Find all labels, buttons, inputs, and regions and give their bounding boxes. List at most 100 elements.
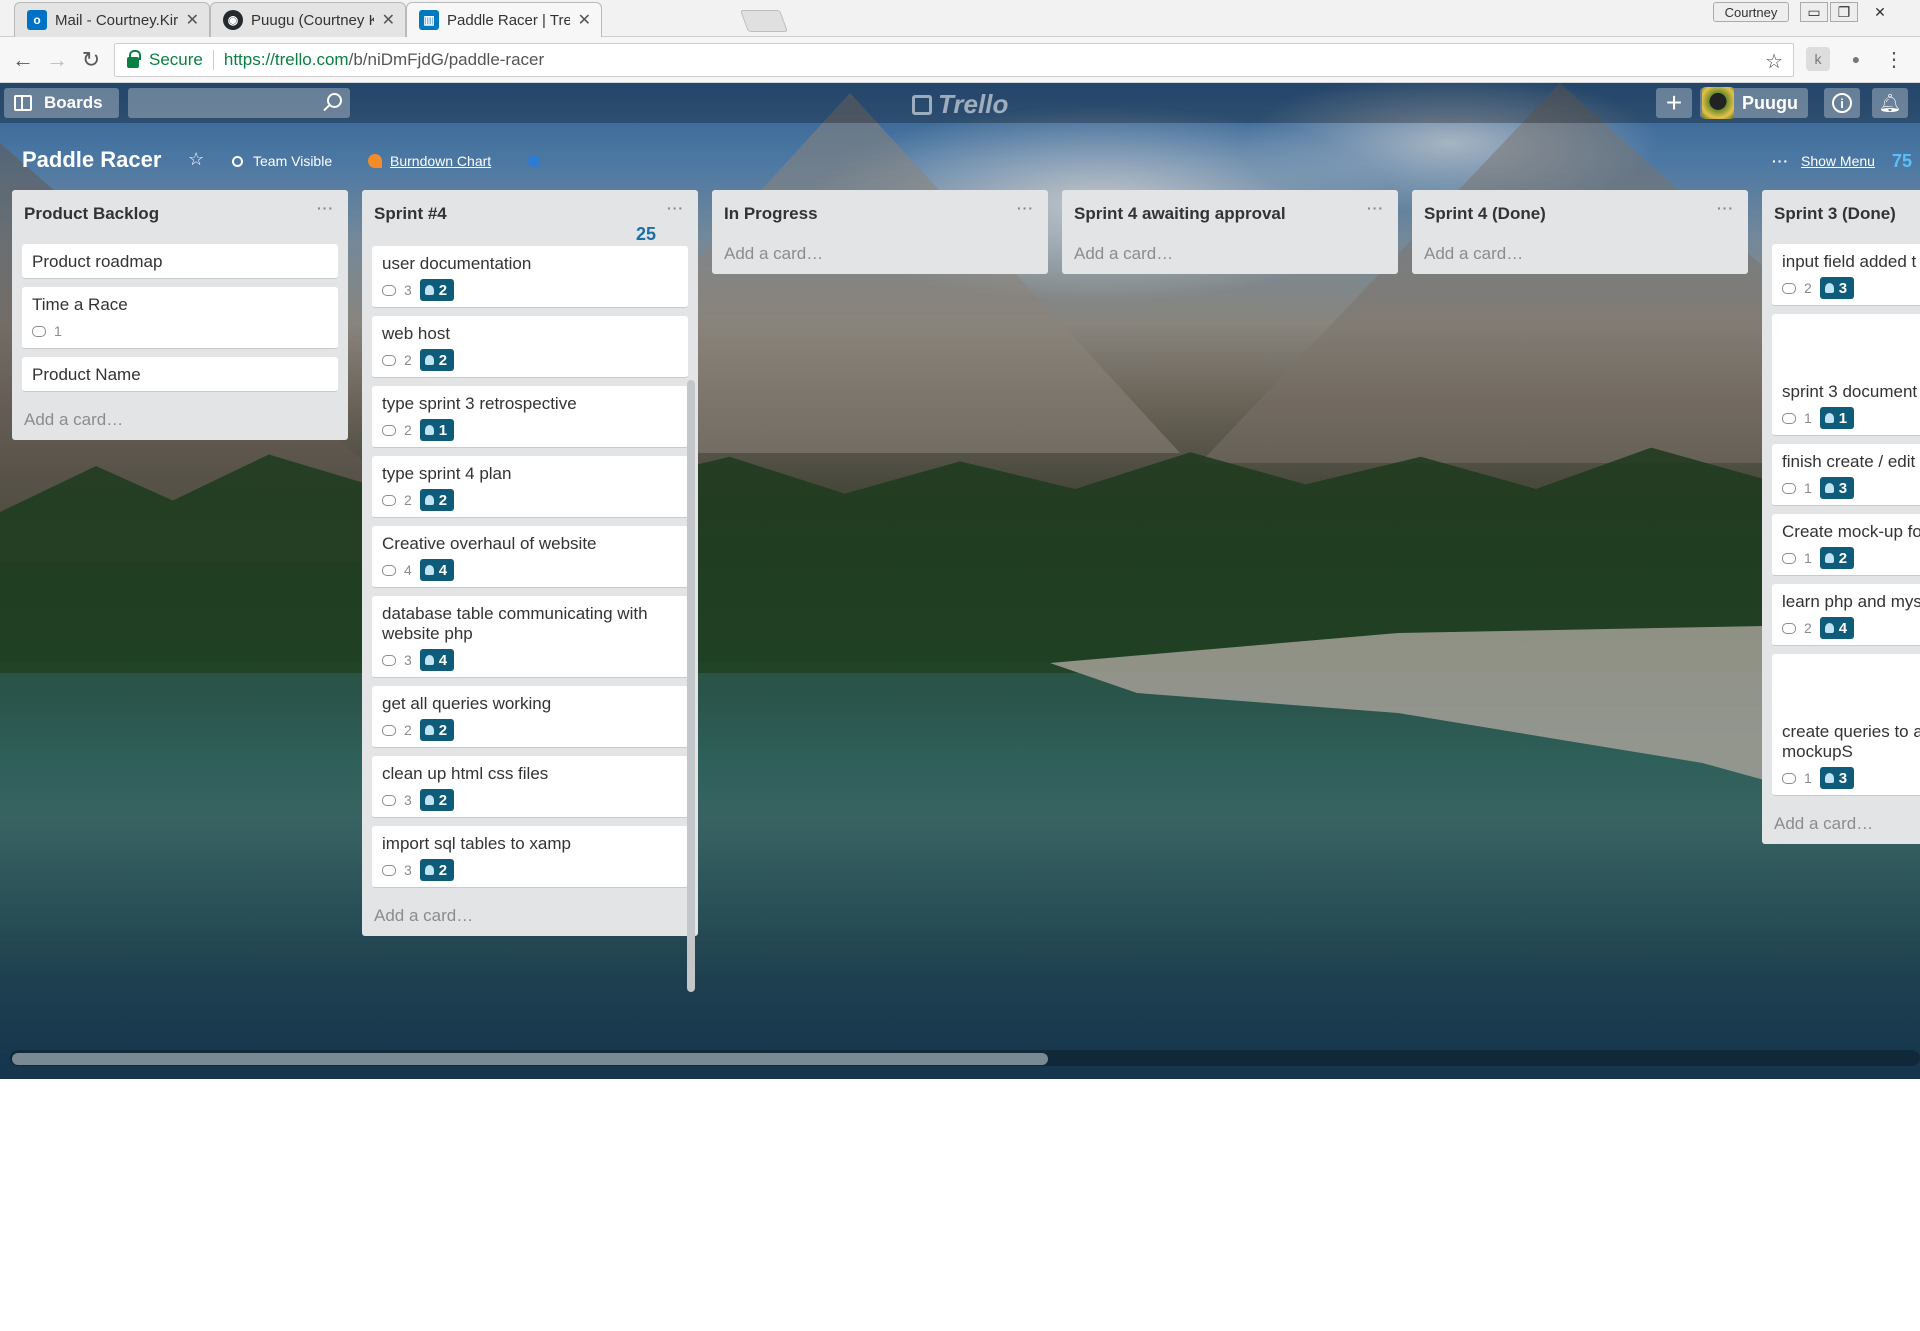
notifications-button[interactable]: 🔔︎	[1872, 88, 1908, 118]
tab-github[interactable]: ◉ Puugu (Courtney Kirkham ✕	[210, 2, 406, 37]
card[interactable]: web host 2 2	[372, 316, 688, 378]
list-header[interactable]: Sprint #4 ··· 25	[362, 190, 698, 244]
comment-count: 1	[1804, 550, 1812, 566]
list-menu-icon[interactable]: ···	[1717, 200, 1734, 216]
card[interactable]: learn php and mys 2 4	[1772, 584, 1920, 646]
profile-button[interactable]: Courtney	[1713, 2, 1789, 22]
add-card-button[interactable]: Add a card…	[1762, 804, 1920, 844]
card[interactable]: user documentation 3 2	[372, 246, 688, 308]
visibility-button[interactable]: Team Visible	[232, 153, 332, 169]
add-card-button[interactable]: Add a card…	[362, 896, 698, 936]
burndown-chart-button[interactable]: Burndown Chart	[368, 153, 491, 169]
list-header[interactable]: Sprint 4 (Done) ···	[1412, 190, 1748, 234]
card[interactable]: Product Name	[22, 357, 338, 392]
card[interactable]: create queries to a database, based o mo…	[1772, 654, 1920, 796]
minimize-button[interactable]: ▭	[1800, 2, 1828, 22]
tab-trello[interactable]: ▥ Paddle Racer | Trello ✕	[406, 2, 602, 37]
bookmark-star-icon[interactable]: ☆	[1765, 49, 1783, 74]
tab-mail[interactable]: o Mail - Courtney.Kirkham ✕	[14, 2, 210, 37]
list-title[interactable]: Sprint #4	[374, 204, 447, 223]
comment-badge: 1	[32, 323, 62, 339]
new-tab-button[interactable]	[739, 10, 789, 32]
card[interactable]: type sprint 3 retrospective 2 1	[372, 386, 688, 448]
member-menu-button[interactable]: Puugu	[1700, 87, 1808, 119]
list-title[interactable]: Product Backlog	[24, 204, 159, 223]
horizontal-scrollbar-thumb[interactable]	[12, 1053, 1048, 1065]
show-menu-button[interactable]: ··· Show Menu	[1772, 153, 1875, 169]
card[interactable]: Create mock-up fo 1 2	[1772, 514, 1920, 576]
add-card-button[interactable]: Add a card…	[712, 234, 1048, 274]
comment-badge: 2	[382, 422, 412, 438]
boards-button[interactable]: Boards	[4, 88, 119, 118]
list-menu-icon[interactable]: ···	[317, 200, 334, 216]
card[interactable]: sprint 3 document 1 1	[1772, 314, 1920, 436]
points-value: 3	[1838, 479, 1848, 497]
list-title[interactable]: In Progress	[724, 204, 818, 223]
list-header[interactable]: Sprint 4 awaiting approval ···	[1062, 190, 1398, 234]
chrome-menu-icon[interactable]: ⋮	[1882, 47, 1906, 71]
card-title: sprint 3 document	[1782, 382, 1918, 401]
url-path: /b/niDmFjdG/paddle-racer	[348, 50, 545, 69]
card[interactable]: Time a Race 1	[22, 287, 338, 349]
extension-dot-icon[interactable]: ●	[1844, 47, 1868, 71]
add-card-button[interactable]: Add a card…	[12, 400, 348, 440]
list-title[interactable]: Sprint 4 awaiting approval	[1074, 204, 1286, 223]
card-badges: 22	[382, 489, 678, 511]
trello-logo[interactable]: Trello	[912, 89, 1008, 120]
list-header[interactable]: In Progress ···	[712, 190, 1048, 234]
list-menu-icon[interactable]: ···	[1017, 200, 1034, 216]
comment-count: 4	[404, 562, 412, 578]
info-icon: i	[1832, 93, 1852, 113]
card[interactable]: finish create / edit 1 3	[1772, 444, 1920, 506]
card[interactable]: database table communicating with websit…	[372, 596, 688, 678]
reload-icon[interactable]: ↻	[76, 45, 106, 75]
card[interactable]: input field added t23	[1772, 244, 1920, 306]
card[interactable]: clean up html css files 3 2	[372, 756, 688, 818]
card[interactable]: Creative overhaul of website 4 4	[372, 526, 688, 588]
list-menu-icon[interactable]: ···	[1367, 200, 1384, 216]
add-icon[interactable]: +	[1656, 87, 1692, 118]
star-icon[interactable]: ☆	[188, 149, 204, 170]
list-title[interactable]: Sprint 3 (Done)	[1774, 204, 1896, 223]
close-icon[interactable]: ✕	[578, 10, 591, 30]
points-badge: 2	[419, 719, 454, 741]
points-value: 1	[1838, 409, 1848, 427]
list-header[interactable]: Sprint 3 (Done)	[1762, 190, 1920, 234]
search-icon[interactable]	[327, 93, 342, 108]
card-badges: 21	[382, 419, 678, 441]
list-menu-icon[interactable]: ···	[667, 200, 684, 216]
card[interactable]: get all queries working 2 2	[372, 686, 688, 748]
extension-icon[interactable]: k	[1806, 47, 1830, 71]
restore-button[interactable]: ❐	[1830, 2, 1858, 22]
list-header[interactable]: Product Backlog ···	[12, 190, 348, 234]
comment-badge: 3	[382, 862, 412, 878]
list-title[interactable]: Sprint 4 (Done)	[1424, 204, 1546, 223]
comment-icon	[382, 864, 396, 876]
comment-count: 3	[404, 652, 412, 668]
card[interactable]: Product roadmap	[22, 244, 338, 279]
card-badges: 32	[382, 859, 678, 881]
boards-label: Boards	[44, 93, 103, 112]
card[interactable]: type sprint 4 plan 2 2	[372, 456, 688, 518]
comment-icon	[382, 424, 396, 436]
add-card-button[interactable]: Add a card…	[1412, 234, 1748, 274]
add-card-button[interactable]: Add a card…	[1062, 234, 1398, 274]
list-scrollbar[interactable]	[687, 380, 695, 992]
show-menu-label: Show Menu	[1801, 153, 1875, 169]
back-icon[interactable]: ←	[8, 45, 38, 75]
address-bar[interactable]: Secure https://trello.com /b/niDmFjdG/pa…	[114, 43, 1794, 77]
close-icon[interactable]: ✕	[186, 10, 199, 30]
card-badges: 34	[382, 649, 678, 671]
points-icon	[424, 355, 434, 365]
info-button[interactable]: i	[1824, 88, 1860, 118]
board-title[interactable]: Paddle Racer	[22, 147, 161, 173]
window-close-button[interactable]: ✕	[1860, 2, 1900, 22]
close-icon[interactable]: ✕	[382, 10, 395, 30]
forward-icon[interactable]: →	[42, 45, 72, 75]
search-input[interactable]	[128, 88, 350, 118]
card[interactable]: import sql tables to xamp 3 2	[372, 826, 688, 888]
powerup-icon[interactable]	[528, 155, 540, 167]
card-title: Product roadmap	[32, 252, 163, 271]
card-badges: 44	[382, 559, 678, 581]
trello-logo-icon	[912, 94, 932, 115]
